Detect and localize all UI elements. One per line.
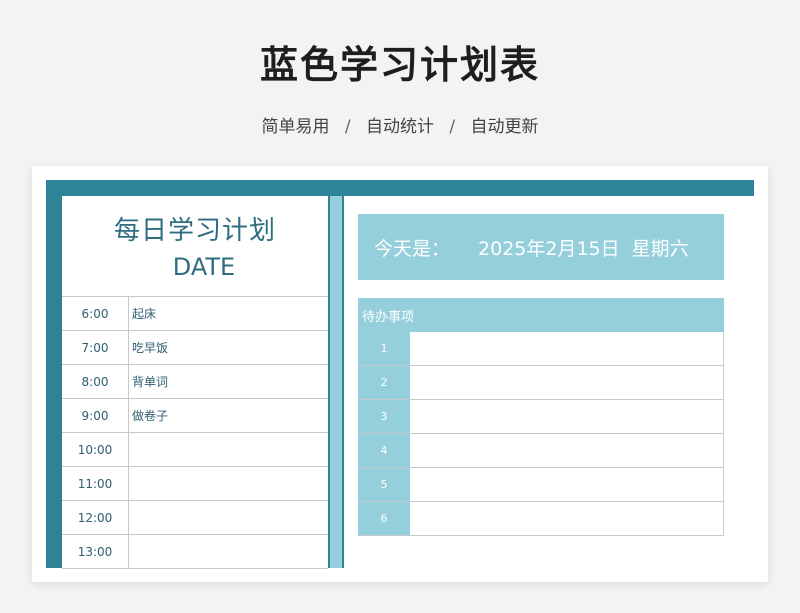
schedule-row: 7:00 吃早饭 — [62, 331, 328, 365]
todo-text-cell[interactable] — [410, 366, 724, 399]
schedule-time-cell[interactable]: 10:00 — [62, 433, 129, 466]
today-weekday: 星期六 — [631, 237, 689, 260]
todo-text-cell[interactable] — [410, 468, 724, 501]
daily-plan-panel: 每日学习计划 DATE 6:00 起床 7:00 吃早饭 8:00 背单词 9:00 做卷子 1… — [62, 196, 328, 569]
todo-text-cell[interactable] — [410, 502, 724, 535]
schedule-time-cell[interactable]: 7:00 — [62, 331, 129, 364]
todo-panel: 今天是： 2025年2月15日 星期六 待办事项 123456 — [344, 196, 754, 568]
todo-row: 3 — [358, 400, 724, 434]
schedule-list: 6:00 起床 7:00 吃早饭 8:00 背单词 9:00 做卷子 10:00 11:00 12:… — [62, 297, 328, 569]
schedule-time-cell[interactable]: 13:00 — [62, 535, 129, 568]
todo-number-cell: 4 — [358, 434, 410, 467]
schedule-time-cell[interactable]: 8:00 — [62, 365, 129, 398]
todo-row: 5 — [358, 468, 724, 502]
schedule-task-cell[interactable]: 做卷子 — [129, 399, 328, 432]
todo-number-cell: 2 — [358, 366, 410, 399]
todo-number-cell: 1 — [358, 332, 410, 365]
schedule-time-cell[interactable]: 9:00 — [62, 399, 129, 432]
today-label: 今天是： — [374, 237, 451, 260]
spreadsheet-card: 每日学习计划 DATE 6:00 起床 7:00 吃早饭 8:00 背单词 9:00 做卷子 1… — [32, 166, 768, 582]
todo-row: 2 — [358, 366, 724, 400]
schedule-task-cell[interactable] — [129, 433, 328, 466]
schedule-task-cell[interactable]: 起床 — [129, 297, 328, 330]
today-date[interactable]: 2025年2月15日 — [478, 234, 620, 261]
todo-text-cell[interactable] — [410, 332, 724, 365]
date-label: DATE — [172, 253, 236, 281]
todo-list: 123456 — [358, 332, 724, 536]
divider-strip — [330, 196, 342, 568]
today-date-box: 今天是： 2025年2月15日 星期六 — [358, 214, 724, 280]
schedule-task-cell[interactable]: 吃早饭 — [129, 331, 328, 364]
page-title: 蓝色学习计划表 — [259, 43, 540, 87]
schedule-row: 11:00 — [62, 467, 328, 501]
todo-row: 4 — [358, 434, 724, 468]
schedule-row: 13:00 — [62, 535, 328, 569]
todo-text-cell[interactable] — [410, 434, 724, 467]
todo-number-cell: 3 — [358, 400, 410, 433]
schedule-row: 9:00 做卷子 — [62, 399, 328, 433]
schedule-task-cell[interactable]: 背单词 — [129, 365, 328, 398]
subtitle-item: 自动统计 — [366, 117, 434, 137]
daily-plan-header: 每日学习计划 DATE — [62, 196, 328, 297]
schedule-row: 8:00 背单词 — [62, 365, 328, 399]
subtitle-item: 自动更新 — [470, 117, 539, 137]
schedule-row: 12:00 — [62, 501, 328, 535]
schedule-task-cell[interactable] — [129, 501, 328, 534]
subtitle-item: 简单易用 — [261, 117, 330, 137]
schedule-task-cell[interactable] — [129, 535, 328, 568]
schedule-row: 10:00 — [62, 433, 328, 467]
todo-header: 待办事项 — [358, 298, 724, 332]
page-subtitle: 简单易用 / 自动统计 / 自动更新 — [0, 112, 800, 137]
schedule-task-cell[interactable] — [129, 467, 328, 500]
todo-row: 6 — [358, 502, 724, 536]
schedule-time-cell[interactable]: 6:00 — [62, 297, 129, 330]
todo-number-cell: 5 — [358, 468, 410, 501]
schedule-row: 6:00 起床 — [62, 297, 328, 331]
todo-text-cell[interactable] — [410, 400, 724, 433]
subtitle-separator: / — [449, 117, 456, 137]
subtitle-separator: / — [344, 117, 351, 137]
schedule-time-cell[interactable]: 11:00 — [62, 467, 129, 500]
schedule-time-cell[interactable]: 12:00 — [62, 501, 129, 534]
daily-plan-title: 每日学习计划 — [113, 216, 276, 246]
todo-number-cell: 6 — [358, 502, 410, 535]
todo-row: 1 — [358, 332, 724, 366]
